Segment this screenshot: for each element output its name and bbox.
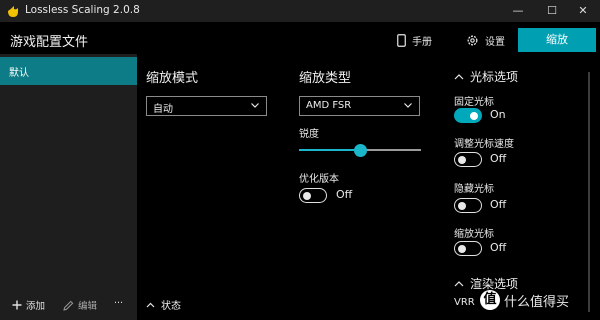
- more-label: ···: [114, 298, 124, 309]
- page-title: 游戏配置文件: [10, 35, 89, 50]
- watermark-text: 什么值得买: [504, 294, 570, 310]
- optimized-version-state: Off: [336, 188, 353, 201]
- edit-label: 编辑: [78, 301, 98, 312]
- toggle-knob: [458, 201, 466, 210]
- status-toggle[interactable]: 状态: [146, 297, 181, 312]
- clip-cursor-state: On: [490, 108, 506, 121]
- scrollbar[interactable]: [588, 72, 590, 312]
- chevron-up-icon: [454, 281, 464, 287]
- adjust-cursor-speed-toggle[interactable]: [454, 152, 482, 167]
- scale-button[interactable]: 缩放: [518, 28, 596, 52]
- sharpness-slider[interactable]: [299, 143, 421, 157]
- sidebar-footer: 添加 编辑 ···: [0, 292, 137, 320]
- manual-button[interactable]: 手册: [397, 32, 432, 48]
- chevron-down-icon: [403, 100, 413, 113]
- edit-profile-button[interactable]: 编辑: [63, 298, 97, 312]
- maximize-button[interactable]: ☐: [537, 0, 567, 22]
- profile-item-label: 默认: [9, 68, 29, 79]
- title-bar[interactable]: Lossless Scaling 2.0.8 — ☐ ✕: [0, 0, 600, 22]
- profile-item-default[interactable]: 默认: [0, 57, 137, 85]
- profile-sidebar: 默认 添加 编辑 ···: [0, 54, 137, 320]
- scale-cursor-toggle[interactable]: [454, 241, 482, 256]
- toggle-knob: [458, 244, 466, 253]
- scaling-type-select[interactable]: AMD FSR: [299, 96, 420, 116]
- toggle-knob: [303, 191, 311, 200]
- scaling-type-value: AMD FSR: [306, 100, 352, 111]
- hide-cursor-label: 隐藏光标: [454, 184, 494, 195]
- status-label: 状态: [161, 301, 181, 312]
- scaling-type-title: 缩放类型: [299, 71, 352, 86]
- add-label: 添加: [26, 301, 46, 312]
- scale-cursor-state: Off: [490, 241, 507, 254]
- toggle-knob: [470, 111, 478, 120]
- settings-label: 设置: [485, 36, 505, 48]
- chevron-up-icon: [454, 74, 464, 80]
- cursor-options-title: 光标选项: [470, 70, 519, 84]
- window-title: Lossless Scaling 2.0.8: [25, 4, 140, 16]
- toggle-knob: [458, 155, 466, 164]
- optimized-version-toggle[interactable]: [299, 188, 327, 203]
- gear-icon: [467, 35, 478, 45]
- pencil-icon: [63, 300, 74, 311]
- sharpness-label: 锐度: [299, 129, 319, 140]
- phone-manual-icon: [397, 33, 406, 47]
- app-header: 游戏配置文件 手册 设置 缩放: [0, 22, 600, 56]
- add-profile-button[interactable]: 添加: [12, 298, 45, 312]
- minimize-button[interactable]: —: [503, 0, 533, 22]
- plus-icon: [12, 300, 22, 310]
- scale-cursor-label: 缩放光标: [454, 229, 494, 240]
- clip-cursor-label: 固定光标: [454, 97, 494, 108]
- chevron-down-icon: [250, 100, 260, 113]
- scaling-mode-title: 缩放模式: [146, 71, 199, 86]
- app-logo-icon: [8, 6, 18, 17]
- cursor-options-header[interactable]: 光标选项: [454, 68, 518, 85]
- vrr-label: VRR: [454, 297, 475, 308]
- sharpness-fill: [299, 149, 360, 151]
- watermark: 值 什么值得买: [480, 290, 569, 310]
- hide-cursor-state: Off: [490, 198, 507, 211]
- sharpness-thumb[interactable]: [353, 143, 367, 157]
- close-button[interactable]: ✕: [568, 0, 598, 22]
- hide-cursor-toggle[interactable]: [454, 198, 482, 213]
- settings-button[interactable]: 设置: [466, 32, 505, 48]
- scaling-mode-value: 自动: [153, 104, 173, 115]
- adjust-cursor-speed-label: 调整光标速度: [454, 139, 514, 150]
- scaling-mode-select[interactable]: 自动: [146, 96, 267, 116]
- adjust-cursor-speed-state: Off: [490, 152, 507, 165]
- chevron-up-icon: [146, 302, 155, 307]
- watermark-logo: 值: [480, 290, 500, 310]
- optimized-version-label: 优化版本: [299, 174, 339, 185]
- more-options-button[interactable]: ···: [114, 298, 123, 309]
- clip-cursor-toggle[interactable]: [454, 108, 482, 123]
- manual-label: 手册: [412, 36, 432, 48]
